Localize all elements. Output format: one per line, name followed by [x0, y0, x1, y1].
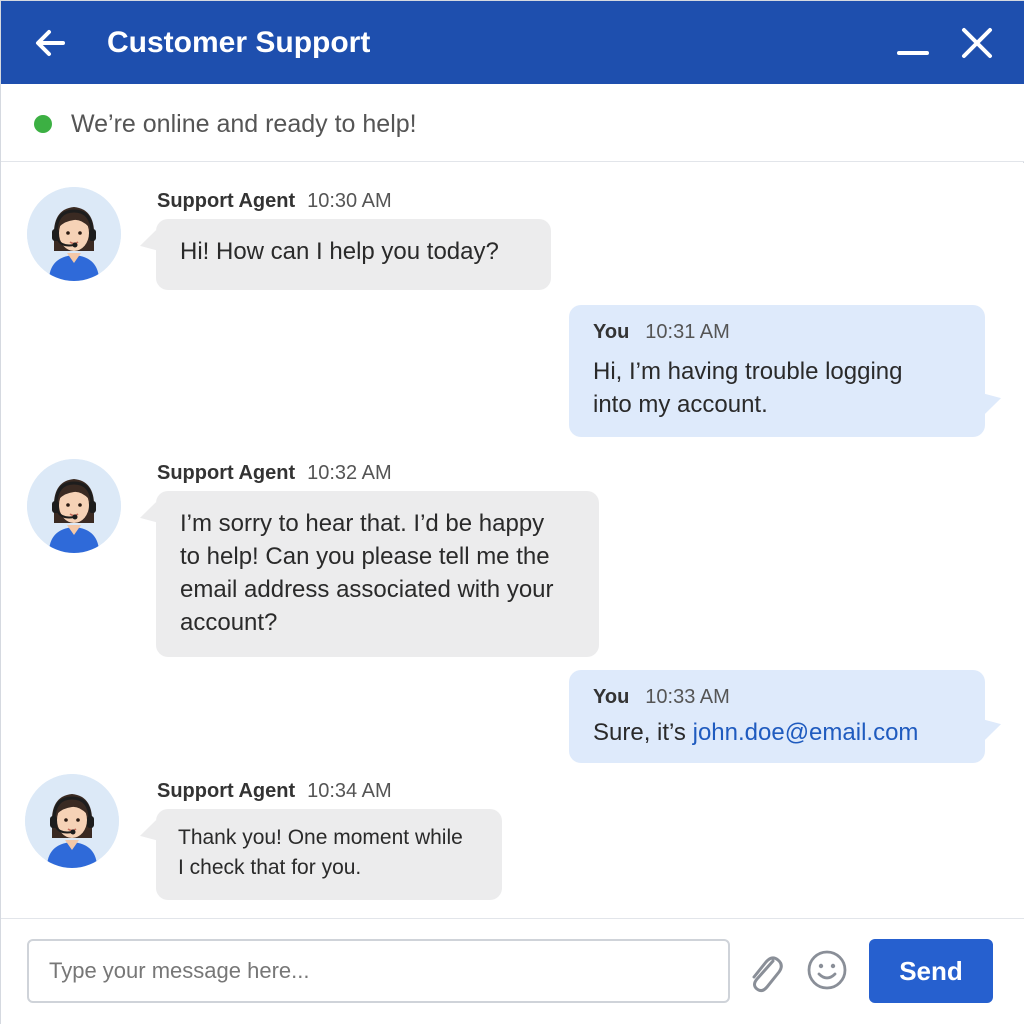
message-text-line: I’m sorry to hear that. I’d be happy: [180, 510, 545, 537]
arrow-left-icon: [36, 30, 65, 56]
message-text: Sure, it’s: [593, 719, 693, 746]
back-button[interactable]: [31, 23, 71, 63]
sender-name: Support Agent: [157, 780, 296, 802]
agent-message-bubble: Hi! How can I help you today?: [156, 219, 551, 290]
email-link[interactable]: john.doe@email.com: [693, 719, 919, 746]
sender-name: Support Agent: [157, 190, 296, 212]
header-title: Customer Support: [107, 26, 371, 59]
message-input[interactable]: [27, 939, 730, 1003]
message-time: 10:34 AM: [307, 780, 392, 802]
chat-messages[interactable]: Support Agent 10:30 AM Hi! How can I help…: [1, 163, 1024, 918]
sender-name: Support Agent: [157, 462, 296, 484]
message-text-line: account?: [180, 609, 278, 636]
user-message-bubble: You 10:33 AM Sure, it’s john.doe@email.co…: [569, 670, 985, 763]
message-text-line: email address associated with your: [180, 576, 554, 603]
message-text-line: to help! Can you please tell me the: [180, 543, 550, 570]
message-text-line: into my account.: [593, 391, 768, 418]
message-time: 10:32 AM: [307, 462, 392, 484]
message-meta: Support Agent 10:32 AM: [157, 460, 392, 486]
send-button[interactable]: Send: [869, 939, 993, 1003]
message-text-line: Hi, I’m having trouble logging: [593, 358, 903, 385]
sender-name: You: [593, 321, 630, 343]
smiley-icon: [807, 950, 847, 990]
message-time: 10:31 AM: [645, 321, 730, 343]
message-composer: Send: [1, 918, 1024, 1024]
chat-header: Customer Support: [1, 1, 1024, 84]
status-text: We’re online and ready to help!: [71, 110, 417, 138]
minimize-icon: [897, 51, 929, 55]
message-text-line: I check that for you.: [178, 856, 362, 879]
agent-message-bubble: I’m sorry to hear that. I’d be happy to …: [156, 491, 599, 657]
close-button[interactable]: [955, 23, 999, 63]
agent-message-bubble: Thank you! One moment while I check that…: [156, 809, 502, 900]
message-meta: You 10:33 AM: [593, 684, 961, 710]
user-message-bubble: You 10:31 AM Hi, I’m having trouble loggi…: [569, 305, 985, 437]
message-time: 10:33 AM: [645, 686, 730, 708]
message-time: 10:30 AM: [307, 190, 392, 212]
message-text-line: Hi! How can I help you today?: [180, 238, 499, 265]
message-meta: Support Agent 10:30 AM: [157, 188, 392, 214]
agent-avatar: [27, 187, 121, 281]
sender-name: You: [593, 686, 630, 708]
status-bar: We’re online and ready to help!: [1, 84, 1024, 162]
message-meta: Support Agent 10:34 AM: [157, 778, 392, 804]
chat-window: Customer Support We’re online and ready …: [0, 0, 1024, 1024]
agent-avatar: [27, 459, 121, 553]
attach-button[interactable]: [745, 949, 785, 995]
agent-avatar: [25, 774, 119, 868]
minimize-button[interactable]: [891, 23, 935, 63]
message-text-line: Thank you! One moment while: [178, 826, 463, 849]
online-indicator: [34, 115, 52, 133]
message-text-line: Sure, it’s john.doe@email.com: [593, 716, 961, 749]
emoji-button[interactable]: [804, 947, 850, 993]
close-icon: [962, 28, 992, 58]
paperclip-icon: [752, 956, 783, 993]
message-meta: You 10:31 AM: [593, 319, 961, 345]
